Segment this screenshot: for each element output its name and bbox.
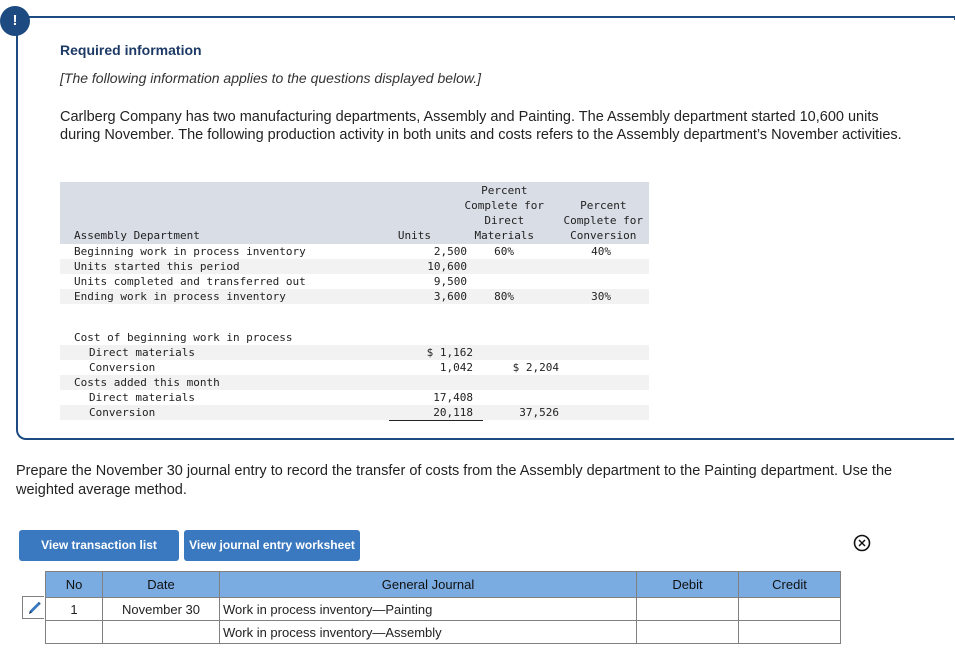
- row-dm: 60%: [494, 245, 514, 258]
- journal-row: 1 November 30 Work in process inventory—…: [45, 597, 841, 621]
- table-row: Units started this period 10,600: [60, 259, 649, 274]
- table-row: Conversion 20,118 37,526: [60, 405, 649, 421]
- header-department: Assembly Department: [74, 229, 200, 242]
- entry-credit[interactable]: [738, 620, 841, 644]
- row-cost: 17,408: [433, 391, 473, 404]
- entry-number: 1: [45, 597, 103, 621]
- row-label: Beginning work in process inventory: [74, 245, 306, 258]
- required-info-title: Required information: [60, 42, 202, 58]
- table-row: Direct materials 17,408: [60, 390, 649, 405]
- pencil-icon[interactable]: [24, 598, 44, 618]
- journal-row: Work in process inventory—Assembly: [45, 620, 841, 644]
- entry-date: November 30: [102, 597, 220, 621]
- entry-number: [45, 620, 103, 644]
- row-total: 37,526: [519, 406, 559, 419]
- header-credit: Credit: [738, 571, 841, 598]
- table-row: Direct materials $ 1,162: [60, 345, 649, 360]
- header-units: Units: [397, 229, 431, 242]
- row-label: Units started this period: [74, 260, 240, 273]
- table-row: Conversion 1,042 $ 2,204: [60, 360, 649, 376]
- header-no: No: [45, 571, 103, 598]
- header-conv-percent: Percent Complete for Conversion: [563, 199, 643, 242]
- row-total: $ 2,204: [512, 361, 559, 374]
- row-label: Conversion: [89, 406, 156, 419]
- row-label: Units completed and transferred out: [74, 275, 306, 288]
- required-info-subtitle: [The following information applies to th…: [60, 70, 482, 86]
- row-cost: 20,118: [433, 406, 473, 419]
- header-debit: Debit: [636, 571, 739, 598]
- row-label: Cost of beginning work in process: [74, 331, 293, 344]
- header-date: Date: [102, 571, 220, 598]
- subtotal-underline: [389, 420, 483, 421]
- production-data-table: Assembly Department Units Percent Comple…: [60, 182, 649, 421]
- question-prompt: Prepare the November 30 journal entry to…: [16, 463, 893, 498]
- edit-entry-cell[interactable]: [22, 596, 44, 619]
- close-circle-icon[interactable]: [853, 534, 871, 552]
- table-header: Assembly Department Units Percent Comple…: [60, 182, 649, 244]
- row-dm: 80%: [494, 290, 514, 303]
- header-dm-percent: Percent Complete for Direct Materials: [464, 184, 544, 242]
- row-label: Ending work in process inventory: [74, 290, 286, 303]
- row-conv: 40%: [591, 245, 611, 258]
- entry-debit[interactable]: [636, 620, 739, 644]
- entry-date: [102, 620, 220, 644]
- row-cost: 1,042: [439, 361, 473, 374]
- row-conv: 30%: [591, 290, 611, 303]
- view-journal-entry-worksheet-button[interactable]: View journal entry worksheet: [184, 530, 360, 561]
- row-units: 3,600: [433, 290, 467, 303]
- view-transaction-list-button[interactable]: View transaction list: [19, 530, 179, 561]
- row-label: Direct materials: [89, 346, 195, 359]
- header-general-journal: General Journal: [219, 571, 637, 598]
- table-row: Ending work in process inventory 3,600 8…: [60, 289, 649, 304]
- entry-credit[interactable]: [738, 597, 841, 621]
- row-label: Conversion: [89, 361, 156, 374]
- entry-debit[interactable]: [636, 597, 739, 621]
- table-row: Units completed and transferred out 9,50…: [60, 274, 649, 289]
- alert-icon: !: [0, 6, 30, 36]
- row-units: 10,600: [427, 260, 467, 273]
- intro-paragraph: Carlberg Company has two manufacturing d…: [60, 109, 902, 143]
- table-row: Costs added this month: [60, 375, 649, 390]
- row-cost: $ 1,162: [426, 346, 473, 359]
- row-label: Costs added this month: [74, 376, 220, 389]
- table-row: Beginning work in process inventory 2,50…: [60, 244, 649, 259]
- row-label: Direct materials: [89, 391, 195, 404]
- journal-entry-table: No Date General Journal Debit Credit 1 N…: [45, 571, 841, 644]
- table-row: Cost of beginning work in process: [60, 330, 649, 345]
- entry-account[interactable]: Work in process inventory—Assembly: [219, 620, 637, 644]
- row-units: 2,500: [433, 245, 467, 258]
- entry-account[interactable]: Work in process inventory—Painting: [219, 597, 637, 621]
- row-units: 9,500: [433, 275, 467, 288]
